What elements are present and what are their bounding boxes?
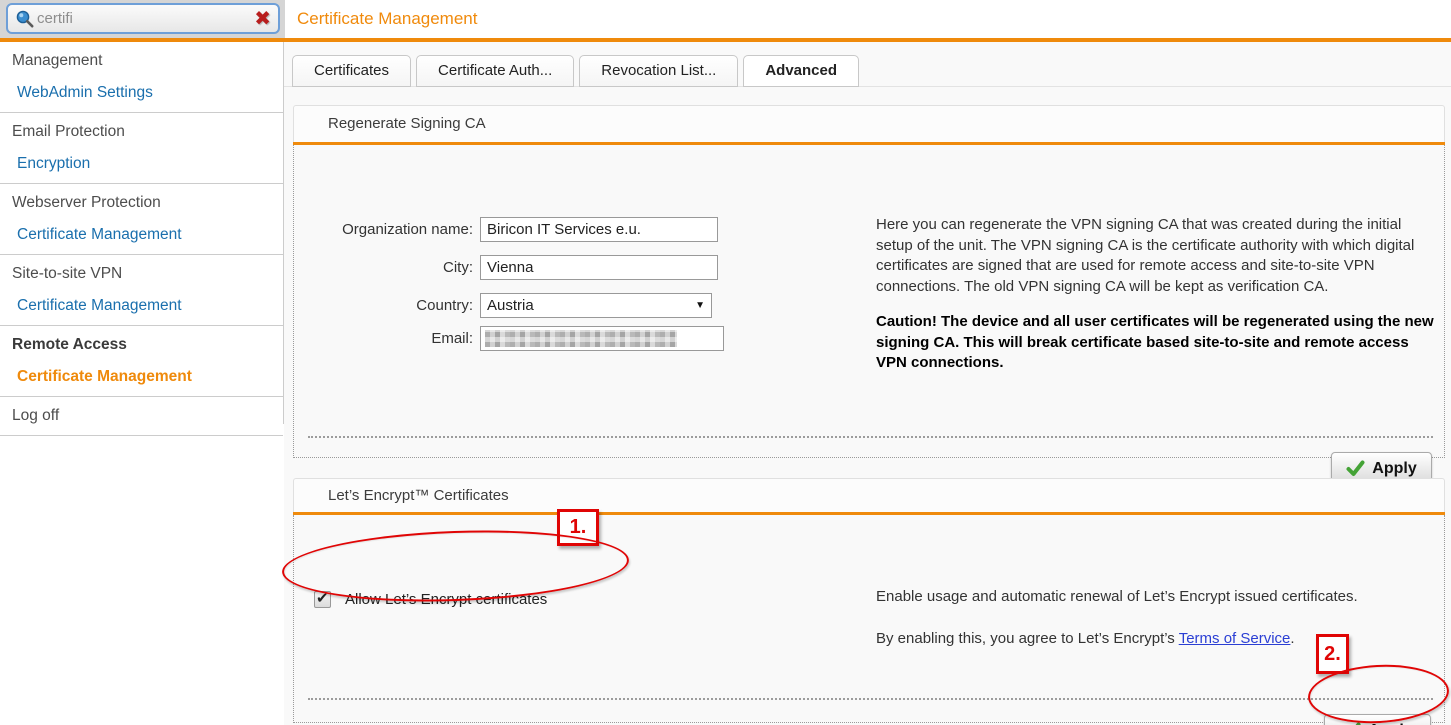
tab-bar: Certificates Certificate Auth... Revocat… — [292, 55, 859, 87]
regenerate-description: Here you can regenerate the VPN signing … — [876, 215, 1438, 297]
tab-advanced[interactable]: Advanced — [743, 55, 859, 87]
country-select-value: Austria — [487, 297, 534, 314]
lets-encrypt-description-column: Enable usage and automatic renewal of Le… — [876, 587, 1438, 649]
terms-line-prefix: By enabling this, you agree to Let’s Enc… — [876, 630, 1179, 647]
sidebar-item-webadmin-settings[interactable]: WebAdmin Settings — [0, 77, 283, 109]
sidebar-item-webserver-cert-management[interactable]: Certificate Management — [0, 219, 283, 251]
sidebar-header-site-to-site-vpn: Site-to-site VPN — [0, 258, 283, 290]
lets-encrypt-panel-title: Let’s Encrypt™ Certificates — [293, 478, 1445, 512]
search-icon — [15, 9, 35, 29]
sidebar-item-remote-access-cert-management[interactable]: Certificate Management — [0, 361, 283, 393]
page-title: Certificate Management — [297, 0, 477, 38]
sidebar-section-webserver-protection: Webserver Protection Certificate Managem… — [0, 184, 283, 255]
lets-encrypt-description: Enable usage and automatic renewal of Le… — [876, 587, 1438, 608]
sidebar-item-s2s-cert-management[interactable]: Certificate Management — [0, 290, 283, 322]
footer-separator — [308, 436, 1433, 438]
email-field[interactable] — [480, 326, 724, 351]
sidebar-section-management: Management WebAdmin Settings — [0, 42, 283, 113]
clear-search-icon[interactable]: ✖ — [254, 9, 271, 29]
sidebar-nav: Management WebAdmin Settings Email Prote… — [0, 42, 283, 436]
webadmin-page: ✖ Certificate Management Management WebA… — [0, 0, 1451, 725]
regenerate-caution-text: Caution! The device and all user certifi… — [876, 312, 1438, 374]
email-label: Email: — [294, 326, 473, 352]
redacted-email-blur — [485, 330, 677, 347]
search-input[interactable] — [37, 10, 254, 27]
regenerate-description-column: Here you can regenerate the VPN signing … — [876, 215, 1438, 374]
sidebar-header-email-protection: Email Protection — [0, 116, 283, 148]
country-select[interactable]: Austria ▼ — [480, 293, 712, 318]
tab-revocation-lists[interactable]: Revocation List... — [579, 55, 738, 87]
chevron-down-icon: ▼ — [695, 300, 705, 311]
terms-line-suffix: . — [1290, 630, 1294, 647]
sidebar-header-remote-access: Remote Access — [0, 329, 283, 361]
sidebar-item-encryption[interactable]: Encryption — [0, 148, 283, 180]
sidebar-section-log-off: Log off — [0, 397, 283, 436]
tab-certificate-authority[interactable]: Certificate Auth... — [416, 55, 574, 87]
regenerate-panel-title: Regenerate Signing CA — [293, 105, 1445, 142]
organization-name-label: Organization name: — [294, 217, 473, 243]
sidebar-header-management: Management — [0, 45, 283, 77]
sidebar-section-remote-access: Remote Access Certificate Management — [0, 326, 283, 397]
search-box[interactable]: ✖ — [6, 3, 280, 34]
annotation-step-2-badge: 2. — [1316, 634, 1349, 674]
city-label: City: — [294, 255, 473, 281]
sidebar-section-site-to-site-vpn: Site-to-site VPN Certificate Management — [0, 255, 283, 326]
organization-name-field[interactable] — [480, 217, 718, 242]
tab-certificates[interactable]: Certificates — [292, 55, 411, 87]
sidebar-item-log-off[interactable]: Log off — [0, 400, 283, 432]
city-field[interactable] — [480, 255, 718, 280]
sidebar-section-email-protection: Email Protection Encryption — [0, 113, 283, 184]
country-label: Country: — [294, 293, 473, 319]
footer-separator — [308, 698, 1433, 700]
regenerate-signing-ca-panel: Regenerate Signing CA Organization name:… — [293, 105, 1445, 458]
regenerate-panel-body: Organization name: City: Country: Austri… — [293, 145, 1445, 458]
sidebar-header-webserver-protection: Webserver Protection — [0, 187, 283, 219]
apply-button-label: Apply — [1372, 460, 1416, 478]
lets-encrypt-terms-line: By enabling this, you agree to Let’s Enc… — [876, 629, 1438, 650]
check-icon — [1346, 460, 1365, 477]
terms-of-service-link[interactable]: Terms of Service — [1179, 630, 1291, 647]
